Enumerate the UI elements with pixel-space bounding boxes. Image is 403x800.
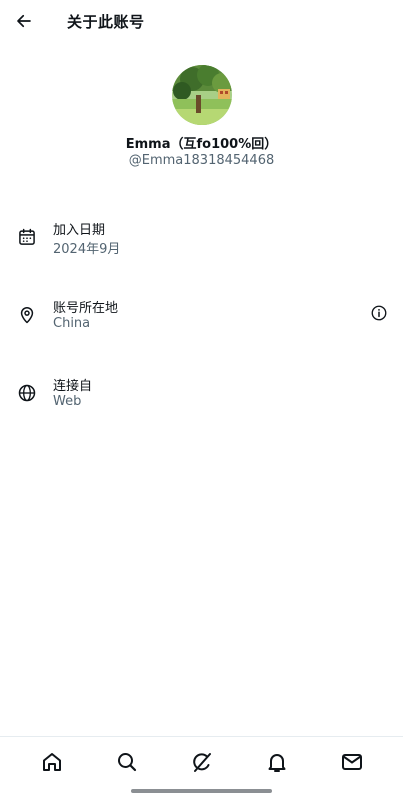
nav-grok[interactable]	[182, 742, 222, 782]
nav-messages[interactable]	[332, 742, 372, 782]
bell-icon	[268, 753, 285, 772]
info-circle-icon	[371, 305, 387, 321]
nav-notifications[interactable]	[257, 742, 297, 782]
bottom-nav	[0, 736, 403, 786]
join-date-label: 加入日期	[53, 223, 106, 238]
about-account-page: 关于此账号 Emma（互fo100%回） @Emma18318454468 加入…	[0, 0, 403, 800]
nav-home[interactable]	[32, 742, 72, 782]
mail-icon	[341, 753, 362, 770]
calendar-icon	[16, 226, 38, 248]
page-title: 关于此账号	[67, 13, 145, 31]
home-icon	[42, 752, 61, 771]
avatar[interactable]	[172, 65, 232, 125]
globe-icon	[16, 382, 38, 404]
home-indicator[interactable]	[131, 789, 272, 793]
connected-from-label: 连接自	[53, 379, 93, 394]
display-name: Emma（互fo100%回）	[125, 137, 278, 152]
nav-search[interactable]	[107, 742, 147, 782]
back-button[interactable]	[12, 9, 36, 33]
header: 关于此账号	[0, 0, 403, 40]
avatar-photo	[172, 65, 232, 125]
arrow-left-icon	[17, 14, 31, 28]
info-row-connected-from: 连接自 Web	[0, 375, 403, 419]
search-icon	[117, 752, 136, 771]
join-date-value: 2024年9月	[53, 242, 121, 257]
user-handle: @Emma18318454468	[128, 153, 275, 168]
location-label: 账号所在地	[53, 301, 119, 316]
location-info-button[interactable]	[369, 303, 389, 323]
location-value: China	[53, 316, 91, 331]
info-row-join-date: 加入日期 2024年9月	[0, 219, 403, 263]
grok-icon	[192, 752, 211, 772]
info-row-location: 账号所在地 China	[0, 297, 403, 341]
connected-from-value: Web	[53, 394, 82, 409]
location-pin-icon	[16, 304, 38, 326]
